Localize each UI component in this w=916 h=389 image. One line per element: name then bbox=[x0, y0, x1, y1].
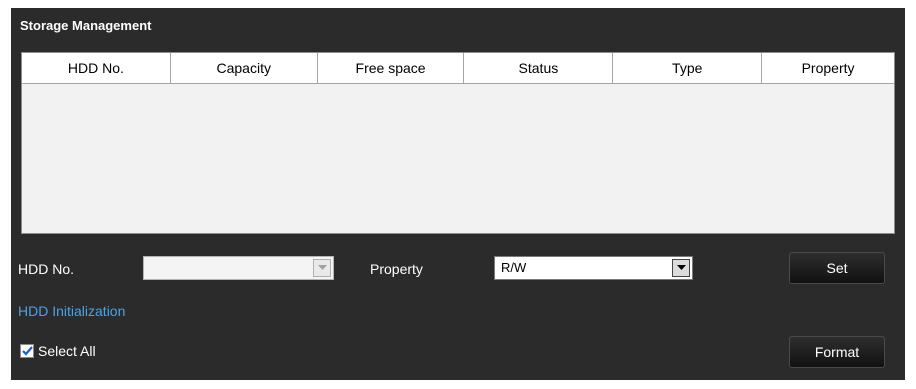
storage-management-panel: Storage Management HDD No. Capacity Free… bbox=[11, 8, 905, 380]
select-all-label: Select All bbox=[38, 343, 96, 359]
property-label: Property bbox=[370, 261, 423, 277]
chevron-down-icon[interactable] bbox=[313, 259, 331, 277]
column-header-free-space[interactable]: Free space bbox=[318, 53, 465, 83]
column-header-hdd-no[interactable]: HDD No. bbox=[22, 53, 171, 83]
hdd-initialization-label: HDD Initialization bbox=[18, 303, 126, 319]
chevron-down-icon[interactable] bbox=[672, 259, 690, 277]
column-header-status[interactable]: Status bbox=[464, 53, 614, 83]
set-button[interactable]: Set bbox=[789, 252, 885, 284]
hdd-table: HDD No. Capacity Free space Status Type … bbox=[21, 52, 895, 234]
panel-title: Storage Management bbox=[20, 18, 152, 33]
table-header: HDD No. Capacity Free space Status Type … bbox=[22, 53, 894, 84]
column-header-capacity[interactable]: Capacity bbox=[171, 53, 318, 83]
property-select[interactable]: R/W bbox=[494, 256, 693, 280]
hdd-no-select[interactable] bbox=[143, 256, 334, 280]
column-header-type[interactable]: Type bbox=[613, 53, 763, 83]
hdd-no-label: HDD No. bbox=[18, 261, 75, 277]
format-button[interactable]: Format bbox=[789, 336, 885, 368]
property-value: R/W bbox=[501, 260, 527, 275]
table-body bbox=[22, 84, 894, 233]
column-header-property[interactable]: Property bbox=[762, 53, 894, 83]
check-icon bbox=[21, 346, 33, 356]
select-all-checkbox[interactable] bbox=[20, 344, 34, 358]
